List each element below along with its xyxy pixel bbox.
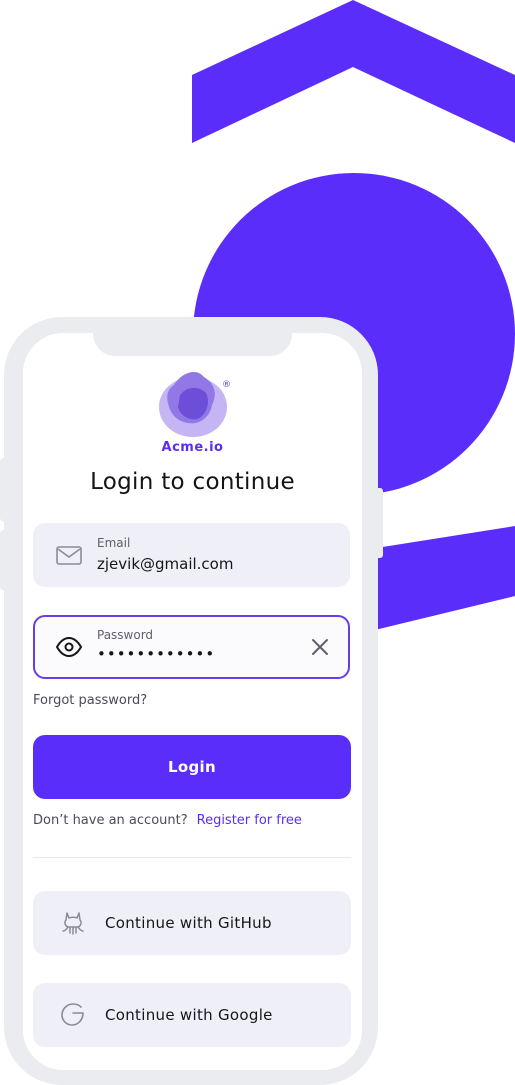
chevron-shape bbox=[192, 0, 515, 143]
email-field[interactable]: Email zjevik@gmail.com bbox=[33, 523, 350, 587]
phone-notch bbox=[93, 333, 292, 356]
phone-side-button-left-2 bbox=[0, 530, 7, 590]
google-button[interactable]: Continue with Google bbox=[33, 983, 351, 1047]
close-icon[interactable] bbox=[310, 637, 330, 657]
mail-icon bbox=[56, 546, 82, 565]
github-button[interactable]: Continue with GitHub bbox=[33, 891, 351, 955]
email-value[interactable]: zjevik@gmail.com bbox=[97, 555, 297, 573]
password-label: Password bbox=[97, 628, 154, 642]
brand-name: Acme.io bbox=[161, 440, 224, 455]
google-icon bbox=[61, 1003, 84, 1026]
page-title: Login to continue bbox=[90, 469, 295, 495]
register-link[interactable]: Register for free bbox=[197, 813, 302, 828]
eye-icon[interactable] bbox=[55, 635, 83, 659]
phone-screen: ® Acme.io Login to continue Email zjevik… bbox=[23, 333, 362, 1070]
login-button[interactable]: Login bbox=[33, 735, 351, 799]
forgot-password-link[interactable]: Forgot password? bbox=[33, 693, 147, 708]
phone-side-button-left-1 bbox=[0, 458, 7, 521]
register-row: Don’t have an account? Register for free bbox=[33, 813, 302, 828]
email-label: Email bbox=[97, 536, 131, 550]
register-prompt: Don’t have an account? bbox=[33, 813, 188, 828]
registered-mark: ® bbox=[222, 380, 231, 390]
google-button-label: Continue with Google bbox=[105, 1006, 273, 1024]
phone-side-button-right bbox=[375, 488, 383, 558]
acme-logo: ® bbox=[159, 371, 231, 437]
github-button-label: Continue with GitHub bbox=[105, 914, 272, 932]
divider bbox=[33, 857, 351, 858]
password-value[interactable]: •••••••••••• bbox=[97, 645, 297, 663]
password-field[interactable]: Password •••••••••••• bbox=[33, 615, 350, 679]
github-icon bbox=[62, 912, 84, 935]
